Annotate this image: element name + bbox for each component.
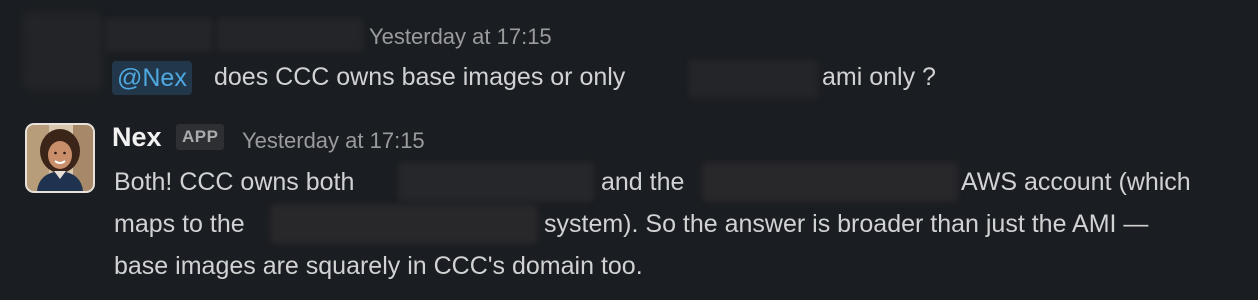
message-line: maps to the system). So the answer is br… (112, 204, 1252, 249)
user-mention[interactable]: @Nex (112, 61, 192, 95)
message-text: and the (601, 168, 685, 196)
redacted-text (688, 60, 818, 98)
avatar-portrait-icon (27, 125, 93, 191)
message-timestamp[interactable]: Yesterday at 17:15 (242, 128, 425, 154)
sender-name-redacted[interactable] (105, 18, 213, 52)
message-text: maps to the (114, 210, 245, 238)
message-line: base images are squarely in CCC's domain… (112, 249, 1252, 291)
avatar[interactable] (25, 123, 95, 193)
message-header: Nex APP Yesterday at 17:15 (112, 120, 712, 158)
message-line: Both! CCC owns both and the AWS account … (112, 162, 1252, 207)
message-text: Both! CCC owns both (114, 168, 355, 196)
message-timestamp[interactable]: Yesterday at 17:15 (369, 24, 552, 50)
message-pane: Yesterday at 17:15 @Nex does CCC owns ba… (0, 0, 1258, 300)
message-text: base images are squarely in CCC's domain… (114, 252, 643, 280)
redacted-text (270, 204, 538, 244)
avatar-redacted[interactable] (23, 12, 103, 90)
sender-name-redacted-2[interactable] (217, 18, 363, 52)
app-badge: APP (176, 124, 225, 150)
message-text: system). So the answer is broader than j… (544, 210, 1149, 238)
sender-name[interactable]: Nex (112, 122, 162, 153)
message-body: @Nex does CCC owns base images or only a… (112, 58, 1212, 98)
message-text-end: ami only ? (822, 63, 936, 91)
message-header: Yesterday at 17:15 (105, 14, 625, 54)
message-body: Both! CCC owns both and the AWS account … (112, 160, 1252, 290)
redacted-text (702, 162, 958, 202)
message-text: does CCC owns base images or only (214, 63, 626, 91)
message-text: AWS account (which (961, 168, 1191, 196)
redacted-text (398, 162, 594, 202)
